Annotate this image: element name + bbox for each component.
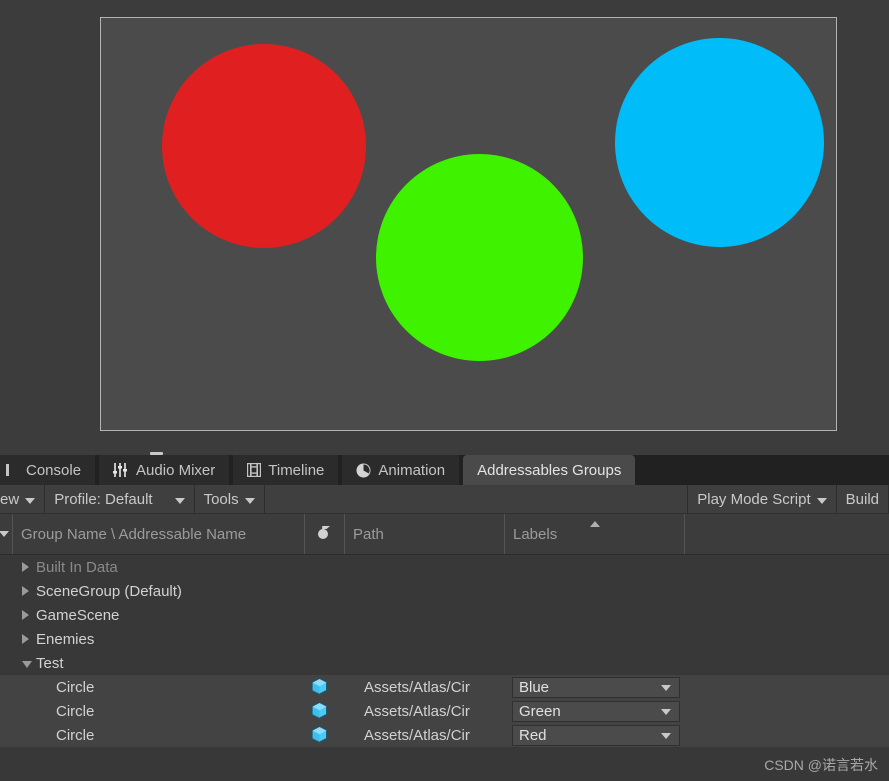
tree-row-label: Enemies (36, 630, 95, 648)
prefab-icon (311, 726, 328, 747)
labels-dropdown-value: Blue (519, 679, 550, 696)
column-header-extra[interactable] (684, 514, 889, 554)
foldout-open-icon[interactable] (22, 660, 32, 668)
tools-dropdown-button[interactable]: Tools (194, 485, 265, 513)
profile-dropdown-label: Profile: Default (54, 490, 153, 508)
chevron-down-icon (661, 732, 671, 739)
tree-row-circle-green[interactable]: Circle Assets/Atlas/Cir Green (0, 699, 889, 723)
tools-dropdown-label: Tools (203, 490, 239, 508)
tree-row-label: GameScene (36, 606, 120, 624)
game-object-circle-red (162, 44, 366, 248)
play-mode-script-dropdown-button[interactable]: Play Mode Script (688, 485, 837, 513)
sliders-icon (113, 463, 129, 477)
column-header-path-label: Path (353, 525, 384, 543)
tree-row-label: Circle (56, 726, 95, 744)
game-object-circle-green (376, 154, 583, 361)
tree-row-path: Assets/Atlas/Cir (364, 726, 470, 744)
console-icon (6, 463, 19, 477)
new-dropdown-button[interactable]: ew (0, 485, 46, 513)
chevron-down-icon (244, 491, 255, 508)
labels-dropdown-blue[interactable]: Blue (512, 677, 680, 698)
tab-console-label: Console (26, 461, 82, 479)
tab-addressables-groups-label: Addressables Groups (477, 461, 622, 479)
tab-animation[interactable]: Animation (342, 455, 460, 485)
tree-row-label: Circle (56, 678, 95, 696)
editor-tab-bar: Console Audio Mixer Timeline Animation A… (0, 455, 889, 485)
tree-row-gamescene[interactable]: GameScene (0, 603, 889, 627)
tree-row-scenegroup[interactable]: SceneGroup (Default) (0, 579, 889, 603)
tree-row-label: Built In Data (36, 558, 118, 576)
game-view-canvas[interactable] (100, 17, 837, 431)
game-object-circle-blue (615, 38, 824, 247)
tree-row-enemies[interactable]: Enemies (0, 627, 889, 651)
tab-timeline-label: Timeline (268, 461, 325, 479)
build-dropdown-button[interactable]: Build (836, 485, 889, 513)
labels-dropdown-red[interactable]: Red (512, 725, 680, 746)
tree-row-circle-red[interactable]: Circle Assets/Atlas/Cir Red (0, 723, 889, 747)
tree-row-test[interactable]: Test (0, 651, 889, 675)
tab-addressables-groups[interactable]: Addressables Groups (463, 455, 636, 485)
tree-row-path: Assets/Atlas/Cir (364, 678, 470, 696)
tree-row-path: Assets/Atlas/Cir (364, 702, 470, 720)
foldout-closed-icon[interactable] (22, 610, 29, 620)
column-header-path[interactable]: Path (344, 514, 504, 554)
labels-dropdown-value: Green (519, 703, 561, 720)
asset-type-icon (317, 525, 333, 544)
tree-empty-area[interactable] (0, 748, 889, 781)
tree-row-label: Circle (56, 702, 95, 720)
column-header-type-icon[interactable] (304, 514, 344, 554)
tree-row-label: SceneGroup (Default) (36, 582, 182, 600)
prefab-icon (311, 702, 328, 723)
labels-dropdown-value: Red (519, 727, 547, 744)
clock-icon (356, 463, 371, 478)
addressables-toolbar: ew Profile: Default Tools Play Mode Scri… (0, 485, 889, 514)
game-view-panel (0, 0, 889, 455)
chevron-down-icon (816, 491, 827, 508)
tab-timeline[interactable]: Timeline (233, 455, 339, 485)
foldout-closed-icon[interactable] (22, 586, 29, 596)
tab-audio-mixer-label: Audio Mixer (136, 461, 216, 479)
film-icon (247, 463, 262, 477)
toolbar-spacer (264, 485, 689, 513)
tree-row-built-in-data[interactable]: Built In Data (0, 555, 889, 579)
addressables-group-tree[interactable]: Built In Data SceneGroup (Default) GameS… (0, 555, 889, 760)
foldout-closed-icon[interactable] (22, 562, 29, 572)
tree-column-header: Group Name \ Addressable Name Path Label… (0, 514, 889, 555)
foldout-closed-icon[interactable] (22, 634, 29, 644)
prefab-icon (311, 678, 328, 699)
play-mode-script-label: Play Mode Script (697, 490, 811, 508)
sort-ascending-icon (590, 521, 600, 527)
tab-animation-label: Animation (378, 461, 446, 479)
build-dropdown-label: Build (845, 490, 879, 508)
column-options-dropdown[interactable] (0, 514, 12, 554)
tab-audio-mixer[interactable]: Audio Mixer (99, 455, 230, 485)
column-header-group-name[interactable]: Group Name \ Addressable Name (12, 514, 304, 554)
chevron-down-icon (661, 708, 671, 715)
tree-row-label: Test (36, 654, 64, 672)
column-header-labels[interactable]: Labels (504, 514, 684, 554)
labels-dropdown-green[interactable]: Green (512, 701, 680, 722)
watermark: CSDN @诺言若水 (764, 757, 878, 773)
tab-console[interactable]: Console (0, 455, 96, 485)
new-dropdown-label: ew (0, 490, 20, 508)
tree-row-circle-blue[interactable]: Circle Assets/Atlas/Cir Blue (0, 675, 889, 699)
tab-bar-filler (635, 455, 889, 485)
chevron-down-icon (0, 531, 9, 537)
profile-dropdown-button[interactable]: Profile: Default (45, 485, 195, 513)
column-header-labels-label: Labels (513, 525, 558, 543)
column-header-group-name-label: Group Name \ Addressable Name (21, 525, 247, 543)
chevron-down-icon (174, 491, 185, 508)
chevron-down-icon (25, 491, 36, 508)
chevron-down-icon (661, 684, 671, 691)
